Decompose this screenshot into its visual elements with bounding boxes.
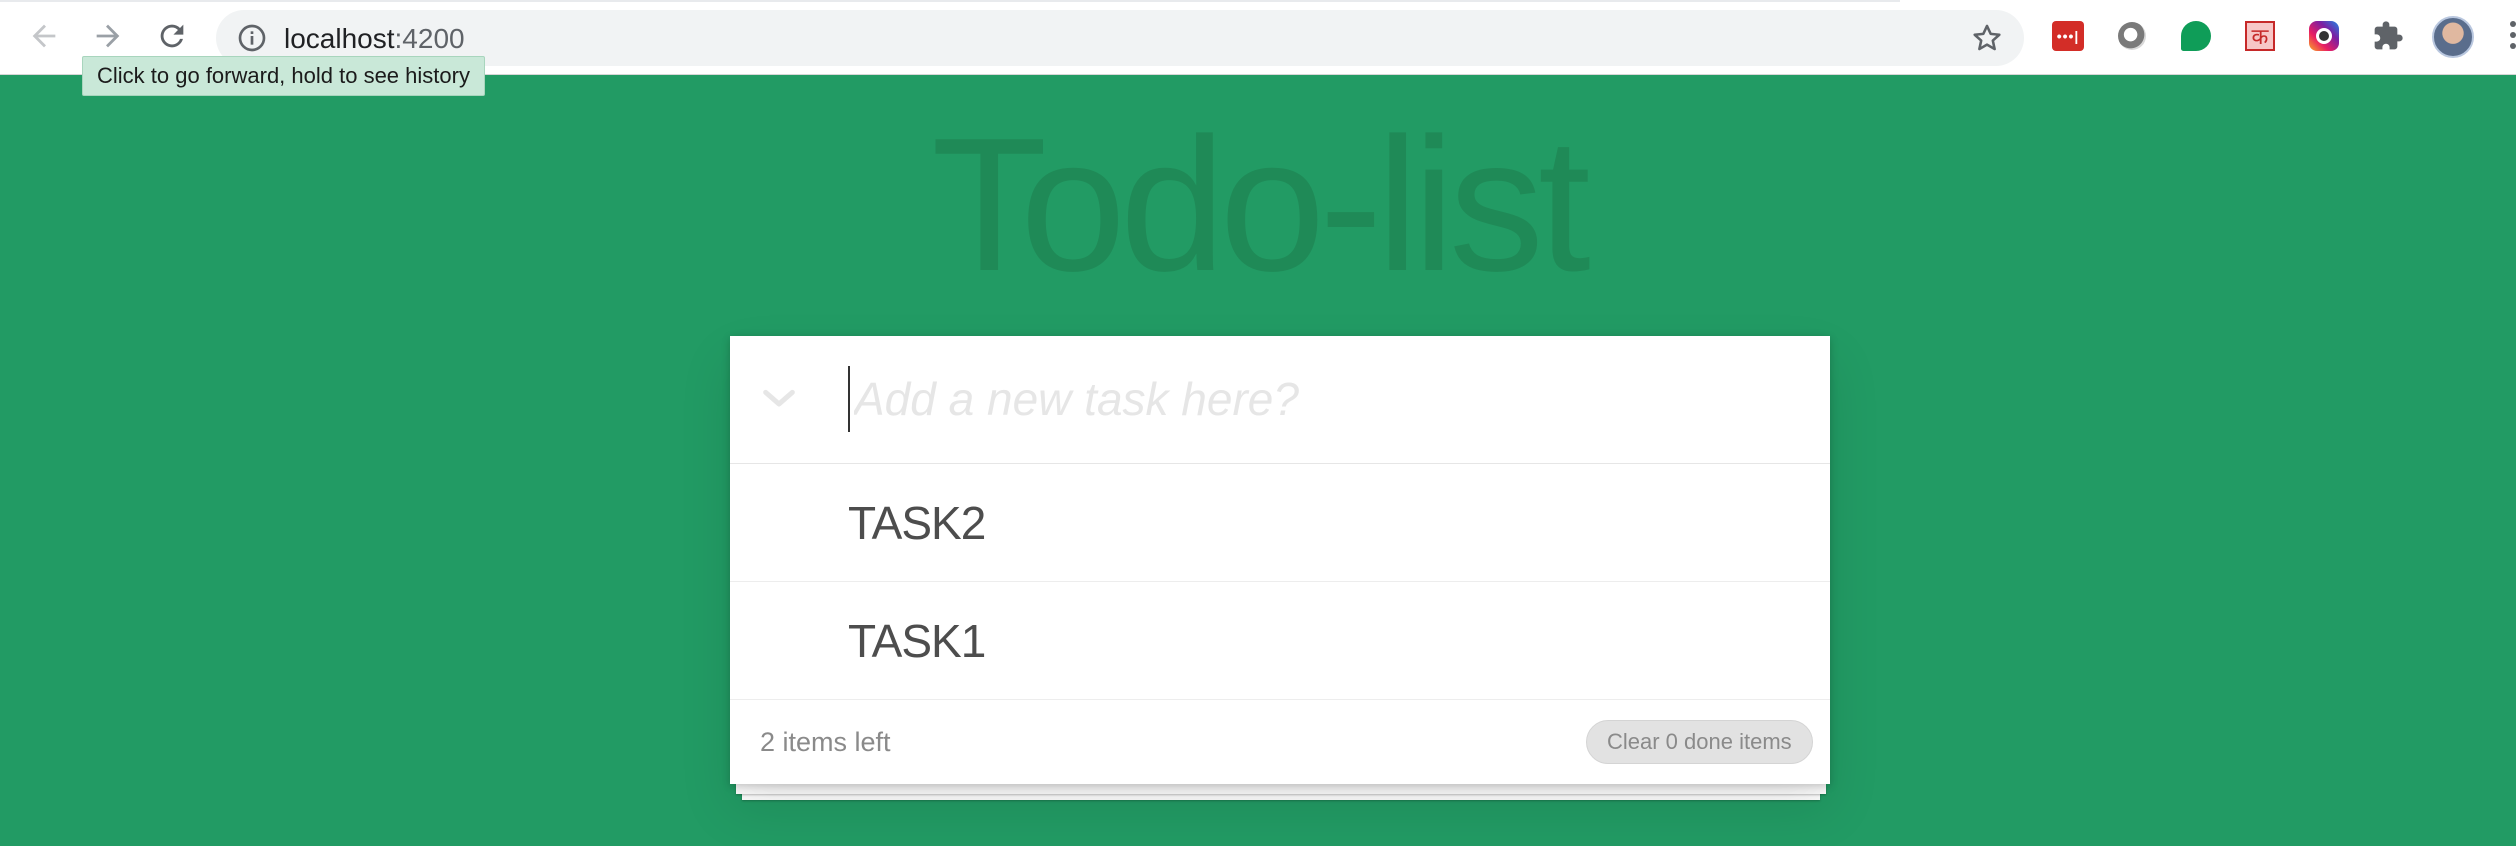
extensions-puzzle-icon [2374,21,2403,50]
reload-button[interactable] [152,16,192,56]
reload-icon [160,24,184,48]
address-bar[interactable]: localhost:4200 [216,10,2024,66]
ka-glyph: क [2245,21,2275,51]
profile-avatar[interactable] [2432,16,2474,58]
back-button[interactable] [24,16,64,56]
forward-tooltip: Click to go forward, hold to see history [82,56,485,96]
new-task-row [730,336,1830,464]
url-port: :4200 [394,23,465,54]
clear-done-button[interactable]: Clear 0 done items [1586,720,1813,764]
forward-button[interactable] [88,16,128,56]
new-task-input[interactable] [848,366,1794,432]
hangouts-shape [2181,21,2211,51]
loading-line [0,0,1900,2]
hindi-ka-icon[interactable]: क [2242,18,2278,54]
task-label[interactable]: TASK2 [848,498,986,548]
task-label[interactable]: TASK1 [848,616,986,666]
url-text[interactable]: localhost:4200 [284,23,465,55]
toggle-all-button[interactable] [756,376,802,422]
site-info-icon[interactable] [236,22,268,54]
items-left-count: 2 items left [760,727,891,757]
chevron-down-icon [763,389,795,407]
url-host: localhost [284,23,395,54]
forward-arrow-icon [96,24,120,48]
task-item[interactable]: TASK1 [730,582,1830,700]
chrome-menu-icon[interactable] [2502,18,2516,58]
puzzle-icon[interactable] [2370,18,2406,54]
lastpass-badge: •••| [2052,21,2084,51]
camera-extension-icon[interactable] [2306,18,2342,54]
todo-footer: 2 items left Clear 0 done items [730,700,1830,784]
lastpass-icon[interactable]: •••| [2050,18,2086,54]
app-title: Todo-list [931,99,1591,311]
ring-shape [2118,22,2146,50]
camera-shape [2309,21,2339,51]
back-arrow-icon [32,24,56,48]
card-stack-shadow-1 [736,784,1826,794]
ring-extension-icon[interactable] [2114,18,2150,54]
hangouts-icon[interactable] [2178,18,2214,54]
task-item[interactable]: TASK2 [730,464,1830,582]
bookmark-star-icon[interactable] [1970,21,2004,55]
todo-card: TASK2 TASK1 2 items left Clear 0 done it… [730,336,1830,784]
